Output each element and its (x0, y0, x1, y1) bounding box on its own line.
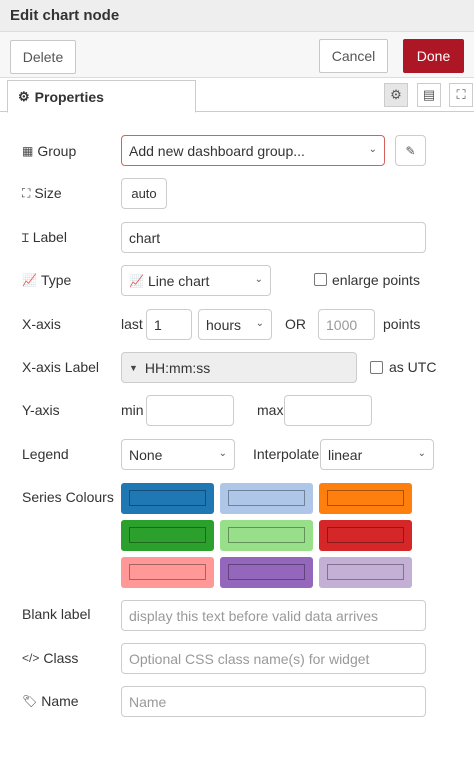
xaxis-points-input[interactable]: 1000 (318, 309, 375, 340)
size-label: ⛶ Size (22, 183, 62, 203)
chevron-down-icon: ⌄ (255, 318, 264, 329)
tab-properties-label: Properties (34, 88, 104, 105)
class-input[interactable]: Optional CSS class name(s) for widget (121, 643, 426, 674)
blank-label-input[interactable]: display this text before valid data arri… (121, 600, 426, 631)
caret-down-icon: ▼ (129, 362, 138, 373)
yaxis-min-input[interactable] (146, 395, 234, 426)
xaxis-label: X-axis (22, 316, 61, 332)
size-label-text: Size (34, 185, 62, 201)
group-select-value: Add new dashboard group... (129, 142, 305, 159)
as-utc-checkbox[interactable] (370, 361, 383, 374)
name-label-text: Name (41, 693, 79, 709)
xaxis-format-value: HH:mm:ss (144, 359, 211, 376)
label-label-text: Label (32, 229, 67, 245)
done-button[interactable]: Done (403, 39, 464, 73)
series-colour-swatch[interactable] (319, 520, 412, 551)
delete-button[interactable]: Delete (10, 40, 76, 74)
xaxis-format-select[interactable]: ▼ HH:mm:ss (121, 352, 357, 383)
tag-icon: 🏷 (22, 694, 38, 708)
gear-icon: ⚙ (18, 88, 30, 104)
group-label: ▦ Group (22, 141, 76, 161)
chevron-down-icon: ⌄ (417, 448, 426, 459)
label-input[interactable]: chart (121, 222, 426, 253)
group-select[interactable]: Add new dashboard group... ⌄ (121, 135, 385, 166)
group-label-text: Group (37, 143, 77, 159)
series-colour-swatch[interactable] (319, 483, 412, 514)
label-label: Ɪ Label (22, 227, 67, 247)
yaxis-label: Y-axis (22, 402, 60, 418)
tray-header: Edit chart node (0, 0, 474, 32)
legend-select[interactable]: None ⌄ (121, 439, 235, 470)
text-cursor-icon: Ɪ (22, 230, 29, 245)
series-colour-swatch[interactable] (220, 557, 313, 588)
resize-icon: ⛶ (22, 185, 31, 200)
type-select[interactable]: 📈 Line chart ⌄ (121, 265, 271, 296)
yaxis-min-label: min (121, 402, 144, 418)
type-label-text: Type (40, 272, 72, 288)
xaxis-unit-select[interactable]: hours ⌄ (198, 309, 272, 340)
xaxis-count-input[interactable]: 1 (146, 309, 192, 340)
chevron-down-icon: ⌄ (368, 144, 377, 155)
xaxis-unit-value: hours (206, 316, 242, 333)
legend-label: Legend (22, 446, 69, 462)
interpolate-select-value: linear (328, 446, 363, 463)
settings-tab-icon[interactable]: ⚙ (384, 83, 408, 107)
name-label: 🏷 Name (22, 691, 79, 711)
series-colour-swatch[interactable] (121, 520, 214, 551)
cancel-button[interactable]: Cancel (319, 39, 388, 73)
xaxis-last-label: last (121, 316, 143, 332)
edit-group-button[interactable]: ✎ (395, 135, 426, 166)
interpolate-label: Interpolate (253, 446, 320, 462)
xaxis-points-placeholder: 1000 (326, 316, 358, 333)
size-button[interactable]: auto (121, 178, 167, 209)
frame-icon: ⛶ (456, 87, 466, 102)
class-placeholder: Optional CSS class name(s) for widget (129, 650, 370, 667)
tray-title: Edit chart node (10, 7, 120, 24)
yaxis-max-input[interactable] (284, 395, 372, 426)
name-input[interactable]: Name (121, 686, 426, 717)
blank-label-label: Blank label (22, 606, 91, 622)
enlarge-points-label: enlarge points (332, 272, 420, 288)
tab-properties[interactable]: ⚙ Properties (7, 80, 196, 113)
series-colours-label: Series Colours (22, 489, 114, 505)
class-label-text: Class (43, 650, 79, 666)
xaxis-points-label: points (383, 316, 421, 332)
name-placeholder: Name (129, 693, 167, 710)
series-colour-swatch[interactable] (220, 483, 313, 514)
xaxis-format-label: X-axis Label (22, 359, 100, 375)
series-colour-swatch[interactable] (319, 557, 412, 588)
file-icon: ▤ (422, 87, 436, 102)
description-tab-icon[interactable]: ▤ (417, 83, 441, 107)
chevron-down-icon: ⌄ (218, 448, 227, 459)
chevron-down-icon: ⌄ (254, 274, 263, 285)
line-chart-icon: 📈 (129, 273, 144, 288)
code-icon: </> (22, 651, 40, 665)
table-icon: ▦ (22, 144, 34, 158)
pencil-icon: ✎ (405, 143, 416, 158)
blank-label-placeholder: display this text before valid data arri… (129, 607, 379, 624)
line-chart-icon: 📈 (22, 273, 37, 287)
type-label: 📈 Type (22, 270, 71, 290)
type-select-value: Line chart (147, 272, 210, 289)
appearance-tab-icon[interactable]: ⛶ (449, 83, 473, 107)
yaxis-max-label: max (257, 402, 284, 418)
as-utc-label: as UTC (389, 359, 437, 375)
gear-icon: ⚙ (390, 87, 402, 102)
enlarge-points-checkbox[interactable] (314, 273, 327, 286)
class-label: </> Class (22, 648, 78, 668)
series-colour-swatch[interactable] (121, 557, 214, 588)
series-colour-swatch[interactable] (220, 520, 313, 551)
legend-select-value: None (129, 446, 163, 463)
interpolate-select[interactable]: linear ⌄ (320, 439, 434, 470)
xaxis-or-label: OR (285, 316, 306, 332)
series-colour-swatch[interactable] (121, 483, 214, 514)
